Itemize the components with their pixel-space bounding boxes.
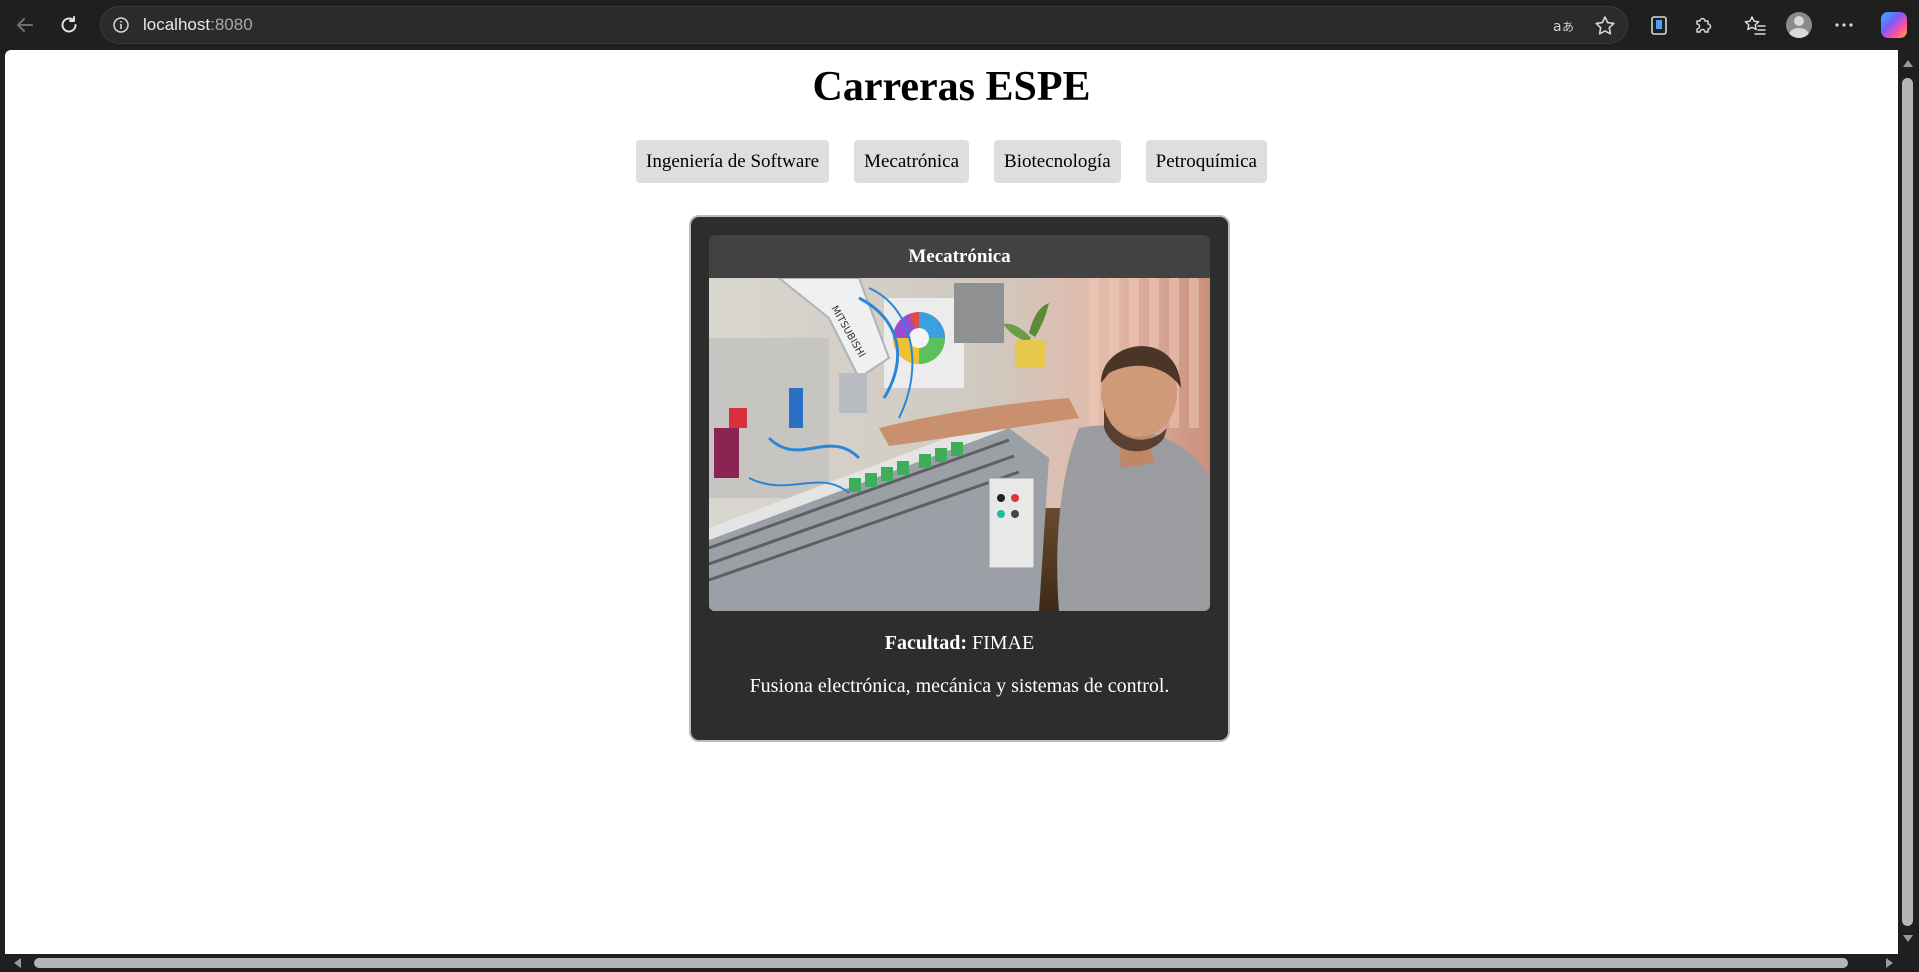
avatar [1786, 12, 1812, 38]
extension-badge-icon [1651, 16, 1667, 35]
faculty-line: Facultad: FIMAE [691, 632, 1228, 655]
scroll-left-arrow-icon[interactable] [14, 958, 21, 968]
copilot-icon [1881, 12, 1907, 38]
nav-button-software[interactable]: Ingeniería de Software [636, 140, 830, 183]
svg-text:a: a [1553, 19, 1562, 35]
address-bar[interactable]: localhost:8080 a あ [100, 6, 1628, 44]
profile-button[interactable] [1782, 8, 1816, 42]
card-title: Mecatrónica [709, 235, 1210, 278]
career-nav: Ingeniería de Software Mecatrónica Biote… [5, 140, 1898, 183]
scroll-right-arrow-icon[interactable] [1886, 958, 1893, 968]
url-port: :8080 [210, 15, 253, 34]
nav-button-biotecnologia[interactable]: Biotecnología [994, 140, 1121, 183]
career-description: Fusiona electrónica, mecánica y sistemas… [749, 675, 1170, 697]
vertical-scroll-thumb[interactable] [1902, 78, 1913, 926]
career-card: Mecatrónica MITSUBISHI Facultad: FIMAE F… [689, 215, 1230, 742]
nav-button-petroquimica[interactable]: Petroquímica [1145, 140, 1267, 183]
scroll-up-arrow-icon[interactable] [1903, 60, 1913, 67]
more-dots-icon [1835, 23, 1853, 27]
back-arrow-icon [17, 18, 33, 32]
favorite-star-icon[interactable] [1593, 14, 1617, 38]
browser-toolbar: localhost:8080 a あ [0, 0, 1919, 50]
scroll-down-arrow-icon[interactable] [1903, 935, 1913, 942]
puzzle-icon [1696, 17, 1712, 33]
url-host: localhost [143, 15, 211, 34]
faculty-label: Facultad: [884, 632, 967, 654]
nav-button-mecatronica[interactable]: Mecatrónica [854, 140, 970, 183]
reload-icon [61, 16, 77, 33]
horizontal-scroll-thumb[interactable] [34, 958, 1848, 968]
page-title: Carreras ESPE [812, 64, 1091, 110]
career-photo: MITSUBISHI [709, 278, 1210, 611]
site-info-icon[interactable] [111, 15, 131, 35]
extensions-button[interactable] [1686, 8, 1720, 42]
vertical-scrollbar[interactable] [1898, 50, 1919, 954]
svg-text:あ: あ [1562, 20, 1574, 34]
reload-button[interactable] [52, 8, 86, 42]
mechatronics-lab-photo: MITSUBISHI [709, 278, 1210, 611]
page-viewport: Carreras ESPE Ingeniería de Software Mec… [5, 50, 1898, 954]
faculty-value: FIMAE [971, 632, 1035, 654]
horizontal-scrollbar[interactable] [0, 954, 1919, 972]
extension-badge-button[interactable] [1642, 8, 1676, 42]
copilot-button[interactable] [1877, 8, 1911, 42]
favorites-button[interactable] [1738, 8, 1772, 42]
more-menu-button[interactable] [1827, 8, 1861, 42]
translate-icon[interactable]: a あ [1551, 14, 1575, 38]
back-button[interactable] [8, 8, 42, 42]
favorites-list-icon [1744, 16, 1766, 35]
url-text[interactable]: localhost:8080 [143, 15, 253, 35]
